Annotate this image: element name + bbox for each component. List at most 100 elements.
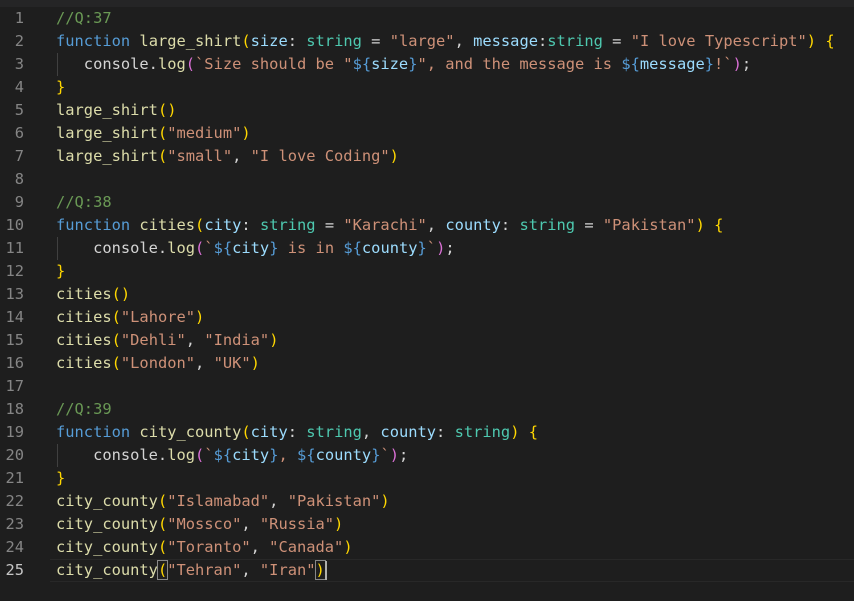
code-token: ${ (297, 446, 316, 464)
code-line[interactable]: 8 (0, 168, 854, 191)
code-token: "Pakistan" (287, 492, 381, 510)
code-token: "London" (120, 354, 196, 372)
code-text[interactable]: city_county("Mossco", "Russia") (56, 513, 343, 536)
code-token: string (454, 423, 511, 441)
code-text[interactable]: console.log(`${city} is in ${county}`); (56, 237, 455, 260)
code-line[interactable]: 21} (0, 467, 854, 490)
code-line[interactable]: 15 cities("Dehli", "India") (0, 329, 854, 352)
code-editor[interactable]: 1//Q:37 2 function large_shirt(size: strin… (0, 7, 854, 601)
line-number: 14 (5, 308, 24, 326)
code-token: county (361, 239, 418, 257)
code-line[interactable]: 10 function cities(city: string = "Karach… (0, 214, 854, 237)
code-line[interactable]: 2 function large_shirt(size: string = "la… (0, 30, 854, 53)
code-line[interactable]: 23 city_county("Mossco", "Russia") (0, 513, 854, 536)
code-token: "Iran" (259, 561, 316, 579)
code-text[interactable]: //Q:39 (56, 398, 112, 421)
code-token: { (825, 32, 835, 50)
code-line[interactable]: 4} (0, 76, 854, 99)
code-line[interactable]: 19 function city_county(city: string, cou… (0, 421, 854, 444)
code-token: city_county (56, 515, 158, 533)
code-text[interactable]: cities("London", "UK") (56, 352, 260, 375)
code-token: ${ (213, 446, 233, 464)
code-text[interactable]: } (56, 76, 65, 99)
code-token: , (185, 331, 205, 349)
code-text[interactable]: large_shirt("small", "I love Coding") (56, 145, 399, 168)
code-token: ( (111, 354, 121, 372)
code-text[interactable]: //Q:38 (56, 191, 112, 214)
code-line[interactable]: 20 console.log(`${city}, ${county}`); (0, 444, 854, 467)
code-text[interactable]: console.log(`${city}, ${county}`); (56, 444, 408, 467)
code-token: size (250, 32, 288, 50)
code-text[interactable]: city_county("Tehran", "Iran") (56, 559, 326, 582)
code-line[interactable]: 1 //Q:37 (0, 7, 854, 30)
code-token: "Toranto" (167, 538, 251, 556)
code-text[interactable]: cities("Lahore") (56, 306, 204, 329)
code-token: { (714, 216, 724, 234)
code-line[interactable]: 25 city_county("Tehran", "Iran") (0, 559, 854, 582)
code-token: city_county (56, 538, 158, 556)
code-text[interactable]: function cities(city: string = "Karachi"… (56, 214, 723, 237)
code-text[interactable]: } (56, 260, 65, 283)
code-token: ) (806, 32, 817, 50)
code-token: ( (195, 216, 205, 234)
code-token: ) (343, 538, 353, 556)
code-token: cities (56, 308, 112, 326)
code-line[interactable]: 5 large_shirt() (0, 99, 854, 122)
code-token: //Q:37 (56, 9, 112, 27)
line-number: 3 (14, 55, 24, 73)
code-line[interactable]: 3 console.log(`Size should be "${size}",… (0, 53, 854, 76)
code-line[interactable]: 17 (0, 375, 854, 398)
code-token: , (195, 354, 214, 372)
code-token: string (306, 32, 362, 50)
code-token: "I love Coding" (250, 147, 390, 165)
code-line[interactable]: 22 city_county("Islamabad", "Pakistan") (0, 490, 854, 513)
code-text[interactable]: } (56, 467, 65, 490)
code-token: = (575, 216, 603, 234)
line-number: 2 (14, 32, 24, 50)
code-token: , (361, 423, 381, 441)
line-number: 4 (14, 78, 24, 96)
code-token: county (315, 446, 372, 464)
code-token: { (528, 423, 539, 441)
code-line[interactable]: 13 cities() (0, 283, 854, 306)
code-line[interactable]: 7 large_shirt("small", "I love Coding") (0, 145, 854, 168)
line-number: 15 (5, 331, 24, 349)
code-text[interactable]: cities() (56, 283, 130, 306)
code-token: log (167, 239, 196, 257)
code-token: = (602, 32, 631, 50)
line-number: 17 (5, 377, 24, 395)
code-token: log (167, 446, 196, 464)
code-line[interactable]: 11 console.log(`${city} is in ${county}`… (0, 237, 854, 260)
code-text[interactable]: cities("Dehli", "India") (56, 329, 278, 352)
code-token: ( (241, 423, 251, 441)
code-token: function (56, 216, 131, 234)
code-line[interactable]: 16 cities("London", "UK") (0, 352, 854, 375)
code-token: , (250, 538, 270, 556)
code-text[interactable]: function large_shirt(size: string = "lar… (56, 30, 835, 53)
code-line[interactable]: 18 //Q:39 (0, 398, 854, 421)
code-token: !` (714, 55, 733, 73)
code-text[interactable]: city_county("Islamabad", "Pakistan") (56, 490, 390, 513)
code-text[interactable]: //Q:37 (56, 7, 112, 30)
code-text[interactable]: console.log(`Size should be "${size}", a… (56, 53, 751, 76)
code-token: : (537, 32, 548, 50)
code-line[interactable]: 6 large_shirt("medium") (0, 122, 854, 145)
code-text[interactable]: large_shirt("medium") (56, 122, 251, 145)
code-token: } (704, 55, 715, 73)
code-line[interactable]: 24 city_county("Toranto", "Canada") (0, 536, 854, 559)
code-token: , (241, 515, 260, 533)
code-token: : (436, 423, 455, 441)
code-line[interactable]: 12} (0, 260, 854, 283)
code-token: county (445, 216, 501, 234)
code-token: = (315, 216, 344, 234)
line-number: 12 (5, 262, 24, 280)
code-text[interactable]: city_county("Toranto", "Canada") (56, 536, 353, 559)
code-token: } (56, 469, 66, 487)
code-token: console. (56, 446, 168, 464)
code-text[interactable]: large_shirt() (56, 99, 176, 122)
code-line[interactable]: 9 //Q:38 (0, 191, 854, 214)
code-line[interactable]: 14 cities("Lahore") (0, 306, 854, 329)
code-text[interactable]: function city_county(city: string, count… (56, 421, 538, 444)
code-token: ( (111, 308, 121, 326)
